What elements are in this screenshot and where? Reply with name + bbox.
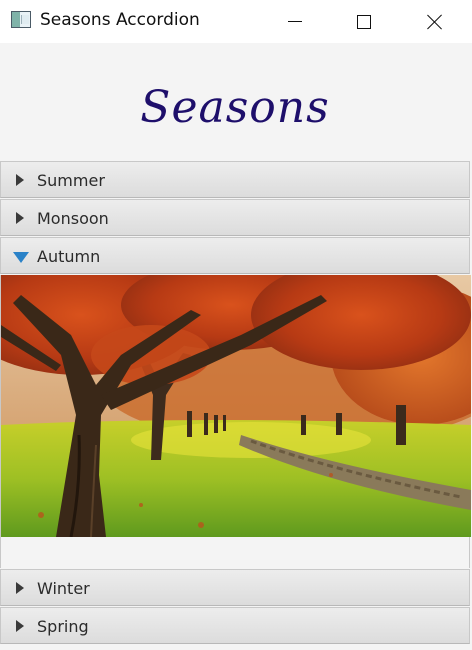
minimize-button[interactable] <box>264 0 326 43</box>
pane-label: Spring <box>37 617 89 636</box>
app-icon <box>11 11 31 28</box>
autumn-image <box>1 275 471 537</box>
triangle-right-icon <box>16 582 24 594</box>
triangle-down-icon <box>13 252 29 263</box>
pane-header-spring[interactable]: Spring <box>0 607 470 644</box>
close-icon <box>427 14 443 30</box>
pane-header-autumn[interactable]: Autumn <box>0 237 470 274</box>
header: Seasons <box>0 43 470 161</box>
window-title: Seasons Accordion <box>40 10 200 30</box>
title-bar[interactable]: Seasons Accordion <box>0 0 472 43</box>
pane-content-autumn <box>0 275 471 568</box>
pane-label: Winter <box>37 579 90 598</box>
pane-header-monsoon[interactable]: Monsoon <box>0 199 470 236</box>
pane-header-summer[interactable]: Summer <box>0 161 470 198</box>
accordion: Summer Monsoon Autumn Winter Spring <box>0 161 471 645</box>
minimize-icon <box>288 21 302 22</box>
pane-label: Monsoon <box>37 209 109 228</box>
page-title: Seasons <box>140 81 330 133</box>
pane-label: Summer <box>37 171 105 190</box>
pane-header-winter[interactable]: Winter <box>0 569 470 606</box>
close-button[interactable] <box>404 0 466 43</box>
app-window: Seasons Accordion Seasons Summer Monsoon… <box>0 0 472 650</box>
maximize-icon <box>357 14 371 29</box>
pane-label: Autumn <box>37 247 101 266</box>
triangle-right-icon <box>16 620 24 632</box>
triangle-right-icon <box>16 212 24 224</box>
triangle-right-icon <box>16 174 24 186</box>
maximize-button[interactable] <box>333 0 395 43</box>
